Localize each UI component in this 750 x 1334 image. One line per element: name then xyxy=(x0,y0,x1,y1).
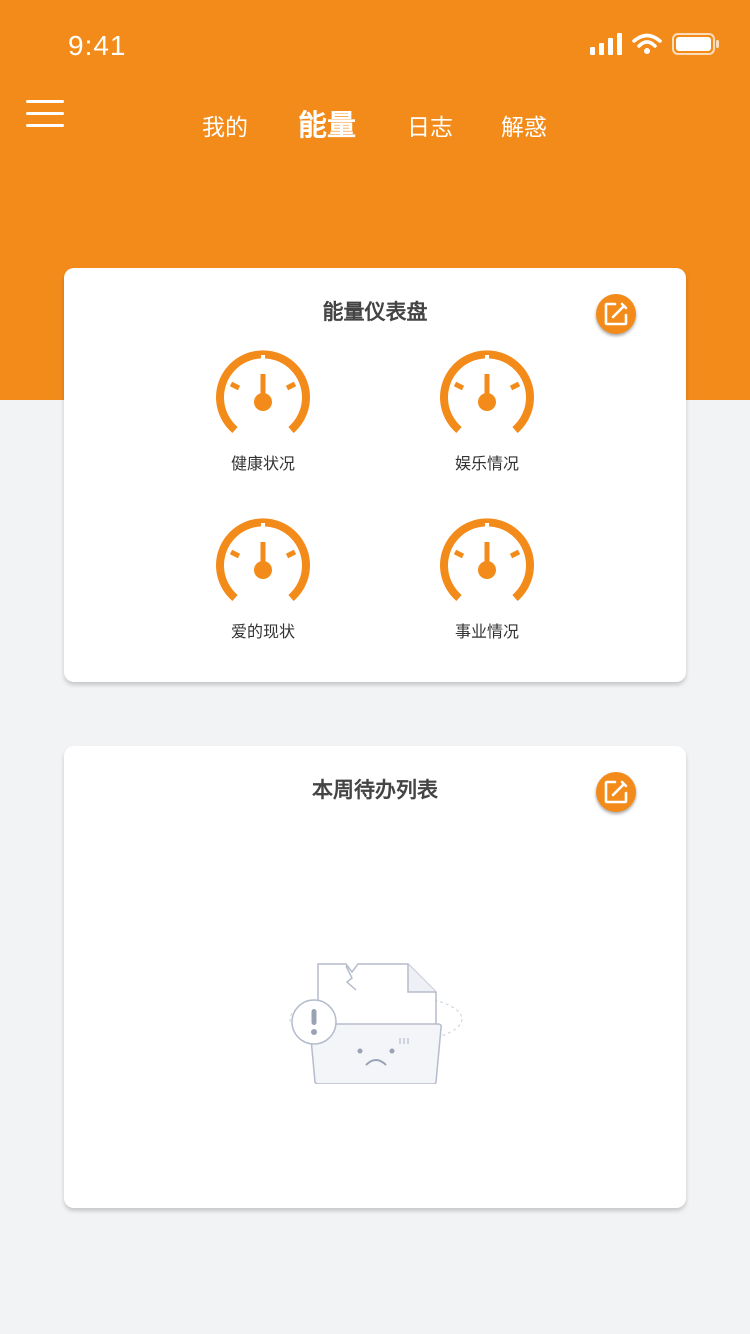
gauge-health[interactable]: 健康状况 xyxy=(203,350,323,474)
status-icons xyxy=(590,32,720,56)
gauge-label: 爱的现状 xyxy=(230,622,295,641)
dashboard-edit-button[interactable] xyxy=(596,294,636,334)
signal-icon xyxy=(590,33,622,55)
todo-edit-button[interactable] xyxy=(596,772,636,812)
gauge-icon xyxy=(216,518,310,602)
battery-icon xyxy=(672,33,719,55)
top-tabs: 我的 能量 日志 解惑 xyxy=(0,100,750,144)
weekly-todo-card: 本周待办列表 xyxy=(64,746,686,1208)
tab-energy[interactable]: 能量 xyxy=(298,102,356,144)
dashboard-title: 能量仪表盘 xyxy=(322,300,428,324)
gauge-icon xyxy=(440,518,534,602)
tab-log[interactable]: 日志 xyxy=(407,108,453,142)
gauge-label: 健康状况 xyxy=(230,454,295,473)
energy-dashboard-card: 能量仪表盘 健康状况 娱乐情况 爱的现状 事业情况 xyxy=(64,268,686,682)
tab-mine[interactable]: 我的 xyxy=(202,108,248,142)
gauge-entertainment[interactable]: 娱乐情况 xyxy=(427,350,547,474)
edit-icon xyxy=(604,780,628,804)
wifi-icon xyxy=(632,33,662,54)
status-time: 9:41 xyxy=(68,30,127,61)
gauge-love[interactable]: 爱的现状 xyxy=(203,518,323,642)
gauge-label: 娱乐情况 xyxy=(454,454,519,473)
todo-title: 本周待办列表 xyxy=(312,778,438,802)
gauge-career[interactable]: 事业情况 xyxy=(427,518,547,642)
gauge-icon xyxy=(440,350,534,434)
gauge-icon xyxy=(216,350,310,434)
empty-folder-illustration xyxy=(289,963,463,1084)
edit-icon xyxy=(604,302,628,326)
gauge-label: 事业情况 xyxy=(454,622,519,641)
tab-qa[interactable]: 解惑 xyxy=(501,108,547,142)
